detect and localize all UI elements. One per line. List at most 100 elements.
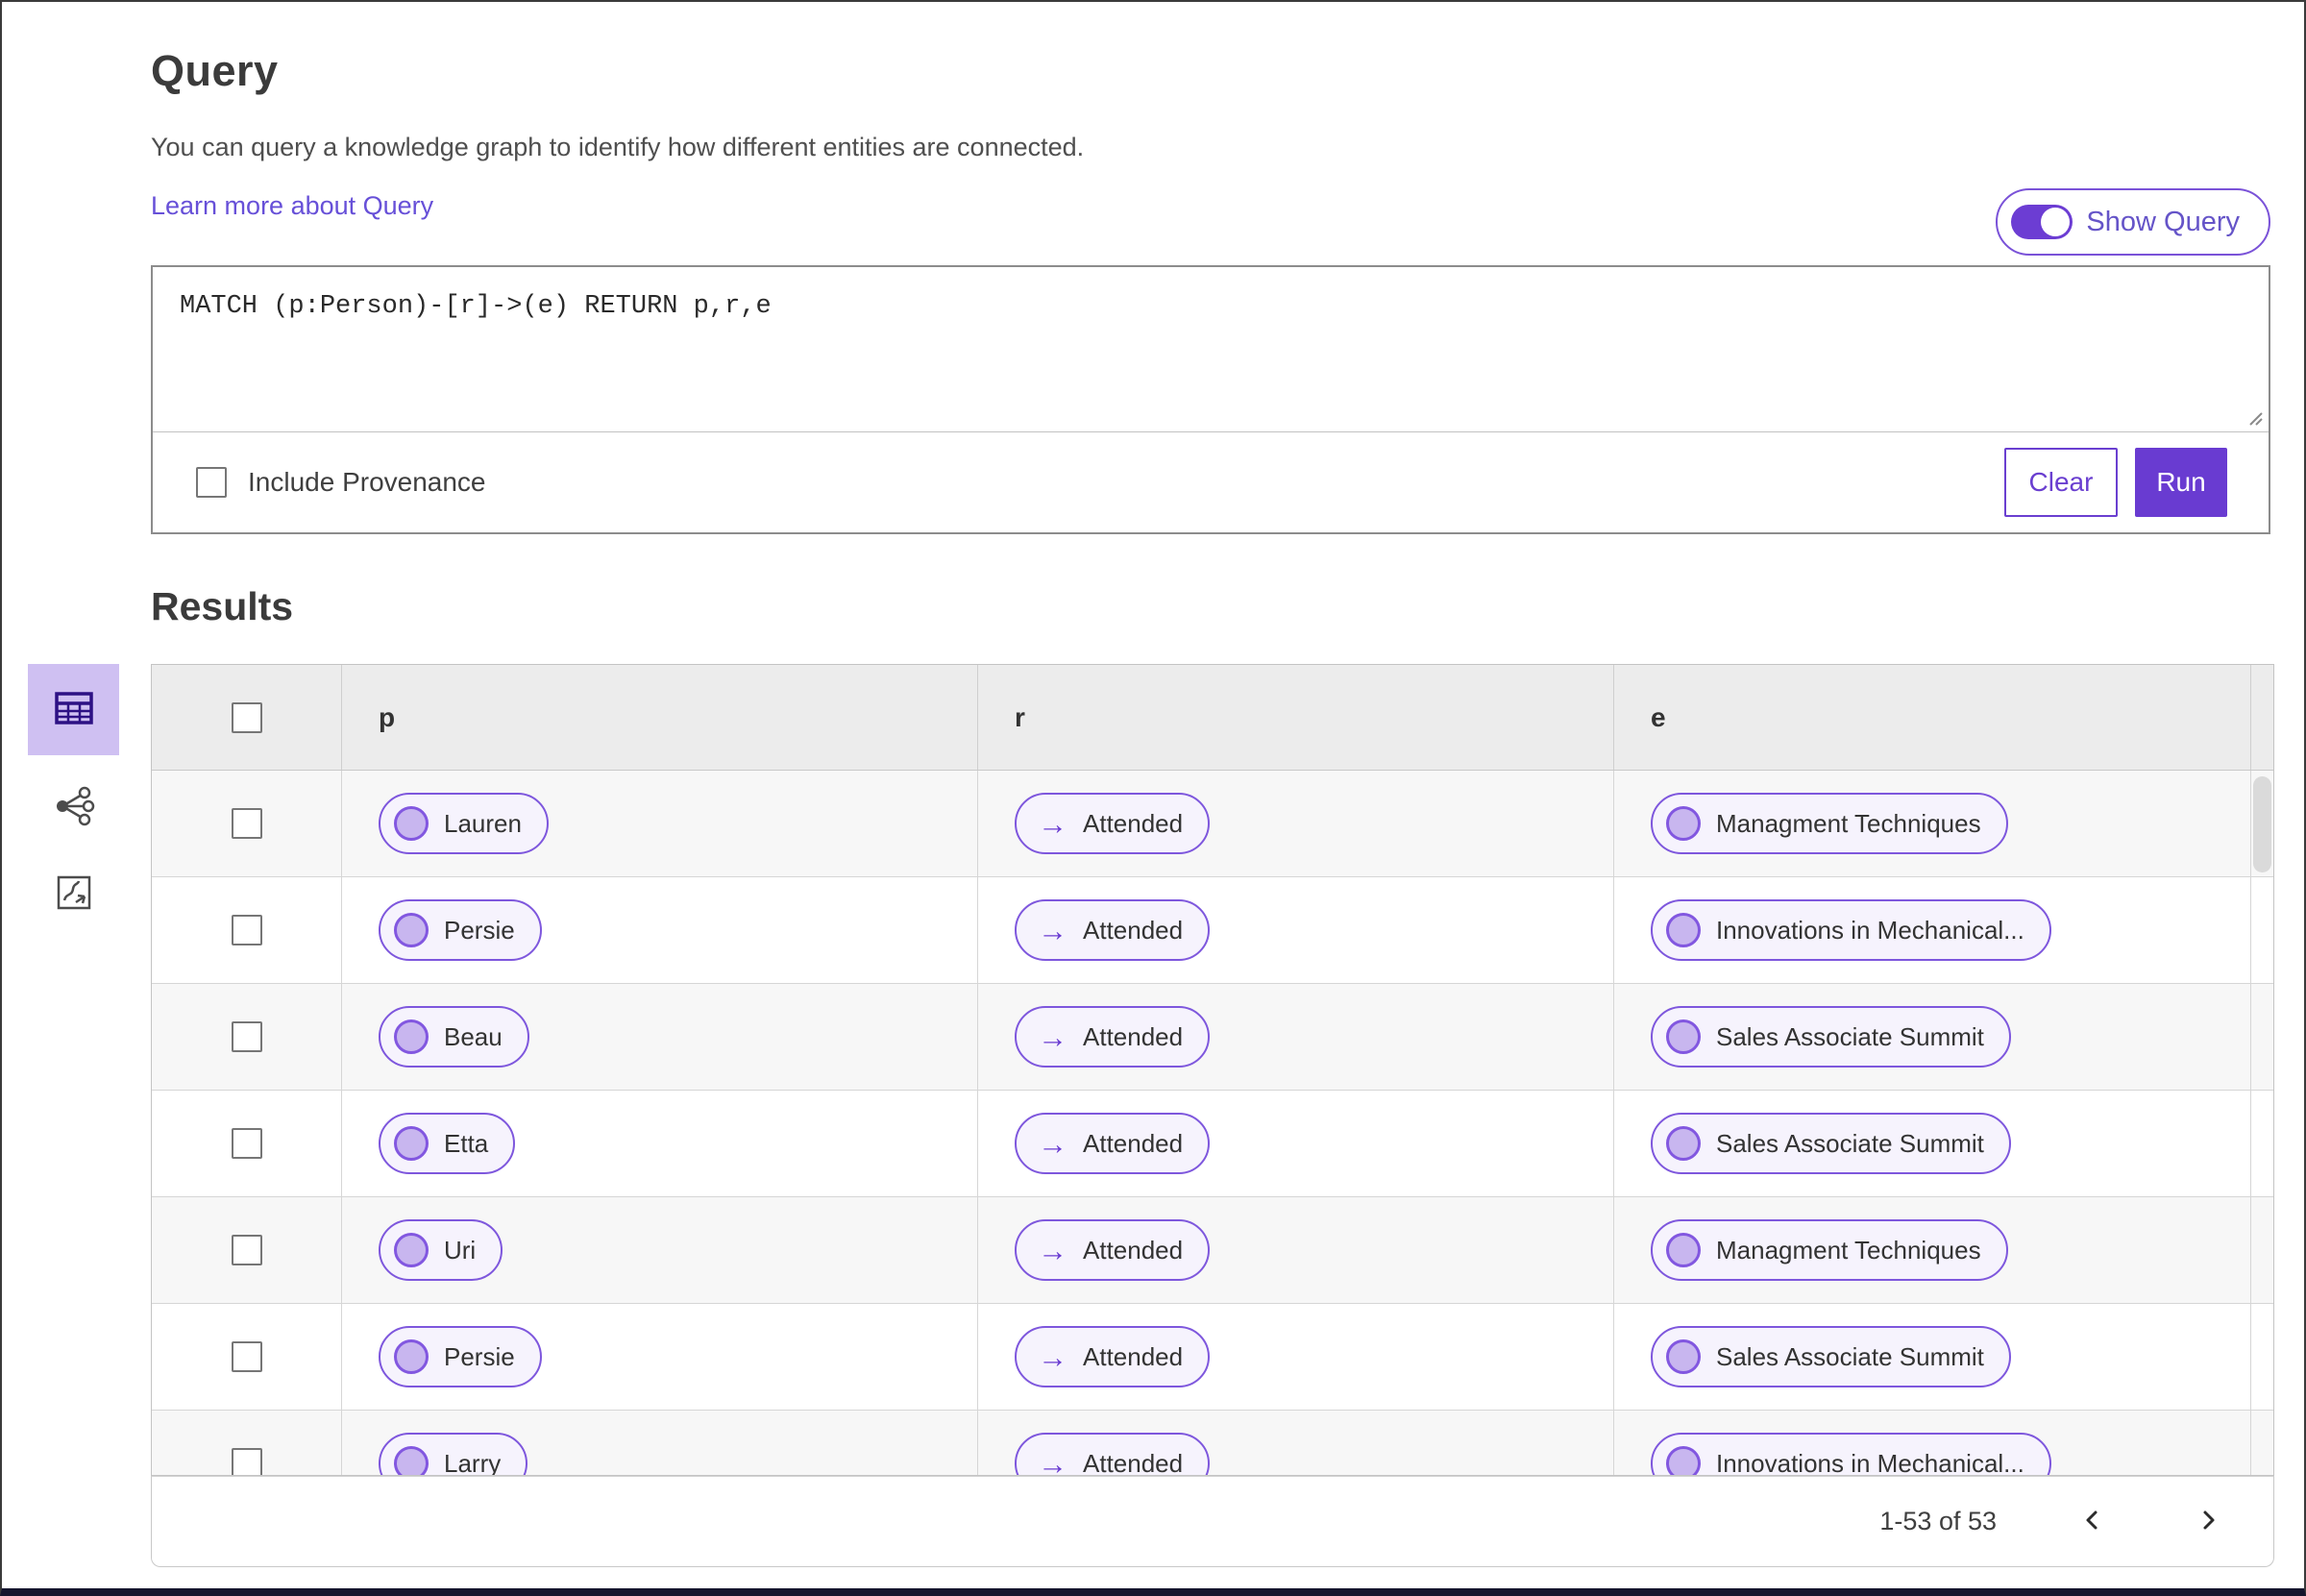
- cell-r: → Attended: [977, 771, 1613, 876]
- map-view-button[interactable]: [28, 859, 119, 928]
- row-checkbox[interactable]: [231, 1128, 262, 1159]
- node-label: Innovations in Mechanical...: [1716, 915, 2024, 945]
- node-pill[interactable]: Lauren: [379, 793, 549, 854]
- row-scrollbar-cell: [2250, 984, 2273, 1090]
- graph-view-button[interactable]: [28, 773, 119, 842]
- node-pill[interactable]: Innovations in Mechanical...: [1651, 899, 2051, 961]
- node-circle-icon: [394, 806, 429, 841]
- edge-pill[interactable]: → Attended: [1015, 1219, 1211, 1281]
- row-scrollbar-cell: [2250, 1411, 2273, 1475]
- node-circle-icon: [1666, 1019, 1701, 1054]
- edge-label: Attended: [1083, 1021, 1184, 1051]
- cell-e: Sales Associate Summit: [1613, 1091, 2250, 1196]
- node-label: Etta: [444, 1128, 489, 1158]
- edge-pill[interactable]: → Attended: [1015, 1326, 1211, 1387]
- results-body: p r e Lauren → Attended Managment Techni…: [2, 664, 2304, 1567]
- column-label-e: e: [1651, 701, 1666, 732]
- row-scrollbar-cell: [2250, 1197, 2273, 1303]
- table-row: Beau → Attended Sales Associate Summit: [152, 984, 2273, 1091]
- edge-pill[interactable]: → Attended: [1015, 1433, 1211, 1475]
- node-circle-icon: [394, 1126, 429, 1161]
- arrow-right-icon: →: [1038, 1126, 1067, 1161]
- header-cell-e: e: [1613, 665, 2250, 770]
- cell-e: Innovations in Mechanical...: [1613, 877, 2250, 983]
- node-pill[interactable]: Persie: [379, 1326, 542, 1387]
- node-pill[interactable]: Managment Techniques: [1651, 793, 2008, 854]
- show-query-label: Show Query: [2086, 206, 2240, 237]
- row-checkbox[interactable]: [231, 1341, 262, 1372]
- vertical-scrollbar[interactable]: [2253, 776, 2271, 872]
- edge-pill[interactable]: → Attended: [1015, 1006, 1211, 1068]
- node-pill[interactable]: Sales Associate Summit: [1651, 1326, 2011, 1387]
- previous-page-button[interactable]: [2073, 1503, 2112, 1541]
- arrow-right-icon: →: [1038, 1019, 1067, 1054]
- node-label: Lauren: [444, 808, 522, 838]
- node-label: Uri: [444, 1235, 477, 1265]
- page-title: Query: [151, 46, 279, 95]
- row-checkbox-cell: [152, 877, 341, 983]
- header-cell-p: p: [341, 665, 977, 770]
- learn-more-link[interactable]: Learn more about Query: [151, 191, 433, 221]
- include-provenance-checkbox[interactable]: [196, 467, 227, 498]
- row-checkbox-cell: [152, 1091, 341, 1196]
- content-area: Query You can query a knowledge graph to…: [2, 46, 2304, 534]
- row-checkbox[interactable]: [231, 1448, 262, 1475]
- clear-button[interactable]: Clear: [2004, 448, 2118, 517]
- node-label: Managment Techniques: [1716, 808, 1981, 838]
- cell-r: → Attended: [977, 984, 1613, 1090]
- node-pill[interactable]: Sales Associate Summit: [1651, 1006, 2011, 1068]
- cell-p: Lauren: [341, 771, 977, 876]
- query-text: MATCH (p:Person)-[r]->(e) RETURN p,r,e: [180, 292, 772, 321]
- node-label: Larry: [444, 1448, 502, 1476]
- node-pill[interactable]: Innovations in Mechanical...: [1651, 1433, 2051, 1476]
- cell-r: → Attended: [977, 1197, 1613, 1303]
- toggle-switch-icon[interactable]: [2011, 205, 2073, 239]
- row-checkbox-cell: [152, 771, 341, 876]
- row-checkbox[interactable]: [231, 915, 262, 945]
- table-grid-icon: [52, 686, 96, 733]
- table-header-row: p r e: [152, 665, 2273, 771]
- select-all-checkbox[interactable]: [231, 701, 262, 733]
- node-label: Sales Associate Summit: [1716, 1341, 1984, 1371]
- node-circle-icon: [394, 1446, 429, 1475]
- node-pill[interactable]: Uri: [379, 1219, 503, 1281]
- table-row: Lauren → Attended Managment Techniques: [152, 771, 2273, 877]
- table-view-button[interactable]: [28, 664, 119, 755]
- node-pill[interactable]: Persie: [379, 899, 542, 961]
- resize-handle-icon[interactable]: [2245, 407, 2264, 427]
- node-pill[interactable]: Etta: [379, 1113, 516, 1174]
- cell-r: → Attended: [977, 1411, 1613, 1475]
- row-checkbox[interactable]: [231, 1235, 262, 1265]
- node-circle-icon: [1666, 913, 1701, 947]
- edge-label: Attended: [1083, 1341, 1184, 1371]
- query-textarea[interactable]: MATCH (p:Person)-[r]->(e) RETURN p,r,e: [153, 267, 2269, 432]
- row-checkbox-cell: [152, 1411, 341, 1475]
- node-label: Innovations in Mechanical...: [1716, 1448, 2024, 1476]
- cell-r: → Attended: [977, 877, 1613, 983]
- node-circle-icon: [1666, 806, 1701, 841]
- cell-p: Persie: [341, 1304, 977, 1410]
- edge-pill[interactable]: → Attended: [1015, 899, 1211, 961]
- edge-pill[interactable]: → Attended: [1015, 1113, 1211, 1174]
- row-checkbox[interactable]: [231, 808, 262, 839]
- arrow-right-icon: →: [1038, 1339, 1067, 1374]
- toggle-knob: [2041, 208, 2071, 236]
- node-pill[interactable]: Larry: [379, 1433, 528, 1476]
- column-label-p: p: [379, 701, 396, 732]
- edge-pill[interactable]: → Attended: [1015, 793, 1211, 854]
- run-button[interactable]: Run: [2135, 448, 2227, 517]
- node-pill[interactable]: Managment Techniques: [1651, 1219, 2008, 1281]
- row-checkbox[interactable]: [231, 1021, 262, 1052]
- pagination-bar: 1-53 of 53: [151, 1476, 2274, 1567]
- node-circle-icon: [394, 913, 429, 947]
- row-scrollbar-cell: [2250, 1304, 2273, 1410]
- next-page-button[interactable]: [2189, 1503, 2227, 1541]
- show-query-toggle[interactable]: Show Query: [1996, 188, 2270, 256]
- cell-e: Innovations in Mechanical...: [1613, 1411, 2250, 1476]
- node-pill[interactable]: Sales Associate Summit: [1651, 1113, 2011, 1174]
- page-description: You can query a knowledge graph to ident…: [151, 133, 1085, 161]
- node-circle-icon: [394, 1339, 429, 1374]
- cell-p: Beau: [341, 984, 977, 1090]
- node-pill[interactable]: Beau: [379, 1006, 529, 1068]
- cell-e: Sales Associate Summit: [1613, 1304, 2250, 1410]
